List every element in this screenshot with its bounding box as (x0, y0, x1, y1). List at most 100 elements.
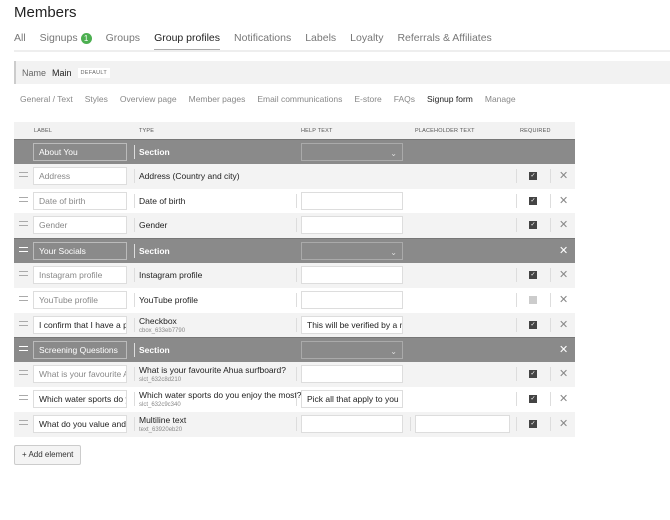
tab-group-profiles[interactable]: Group profiles (154, 32, 220, 51)
required-checkbox[interactable]: ✓ (529, 221, 537, 230)
remove-icon[interactable]: ✕ (559, 318, 568, 331)
profile-subtabs: General / Text Styles Overview page Member … (20, 94, 516, 104)
divider (296, 416, 297, 431)
label-input[interactable]: YouTube profile (33, 290, 127, 309)
section-select[interactable]: ⌄ (301, 242, 403, 261)
label-input[interactable]: Date of birth (33, 191, 127, 210)
tab-signups[interactable]: Signups 1 (40, 32, 92, 51)
field-id: cbox_633eb7790 (139, 327, 186, 334)
required-checkbox[interactable] (529, 295, 537, 304)
required-checkbox[interactable]: ✓ (529, 394, 537, 403)
section-select[interactable]: ⌄ (301, 143, 403, 161)
subtab-faqs[interactable]: FAQs (394, 94, 415, 104)
label-input[interactable]: Which water sports do y (33, 389, 127, 408)
divider (296, 267, 297, 282)
remove-icon[interactable]: ✕ (559, 268, 568, 281)
help-text-input[interactable]: Pick all that apply to you (301, 389, 403, 408)
help-text-input[interactable] (301, 216, 403, 235)
drag-handle-icon[interactable] (19, 221, 28, 227)
label-input[interactable]: About You (33, 143, 127, 161)
profile-selector[interactable]: Name Main DEFAULT (14, 61, 670, 84)
required-checkbox[interactable]: ✓ (529, 270, 537, 279)
field-id: text_63920eb20 (139, 426, 183, 433)
divider (134, 267, 135, 282)
tab-labels[interactable]: Labels (305, 32, 336, 51)
help-text-input[interactable] (301, 290, 403, 309)
divider (550, 267, 551, 282)
label-input[interactable]: Your Socials (33, 242, 127, 261)
help-text-input[interactable]: This will be verified by a m (301, 315, 403, 334)
subtab-signup-form[interactable]: Signup form (427, 94, 473, 104)
divider (550, 367, 551, 382)
drag-handle-icon[interactable] (19, 247, 28, 253)
label-input[interactable]: What is your favourite A (33, 365, 127, 384)
required-checkbox[interactable]: ✓ (529, 370, 537, 379)
remove-icon[interactable]: ✕ (559, 293, 568, 306)
required-checkbox[interactable]: ✓ (529, 171, 537, 180)
subtab-e-store[interactable]: E-store (354, 94, 381, 104)
divider (550, 292, 551, 307)
subtab-general-text[interactable]: General / Text (20, 94, 73, 104)
add-element-button[interactable]: + Add element (14, 445, 82, 465)
remove-icon[interactable]: ✕ (559, 244, 568, 257)
help-text-input[interactable] (301, 191, 403, 210)
label-input[interactable]: What do you value and l (33, 414, 127, 433)
subtab-member-pages[interactable]: Member pages (189, 94, 246, 104)
drag-handle-icon[interactable] (19, 270, 28, 276)
required-checkbox[interactable]: ✓ (529, 419, 537, 428)
remove-icon[interactable]: ✕ (559, 218, 568, 231)
table-row: I confirm that I have a pu Checkbox cbox_6… (14, 312, 575, 338)
divider (296, 218, 297, 233)
remove-icon[interactable]: ✕ (559, 392, 568, 405)
label-input[interactable]: Address (33, 166, 127, 185)
field-type: Instagram profile (139, 269, 203, 280)
default-badge: DEFAULT (77, 67, 110, 78)
divider (550, 168, 551, 183)
section-select[interactable]: ⌄ (301, 341, 403, 360)
drag-handle-icon[interactable] (19, 320, 28, 326)
remove-icon[interactable]: ✕ (559, 194, 568, 207)
drag-handle-icon[interactable] (19, 394, 28, 400)
drag-handle-icon[interactable] (19, 196, 28, 202)
field-type-name: What is your favourite Ahua surfboard? (139, 365, 286, 376)
drag-handle-icon[interactable] (19, 171, 28, 177)
drag-handle-icon[interactable] (19, 295, 28, 301)
tab-all[interactable]: All (14, 32, 26, 51)
drag-handle-icon[interactable] (19, 346, 28, 352)
tab-groups[interactable]: Groups (106, 32, 140, 51)
label-input[interactable]: Instagram profile (33, 265, 127, 284)
label-input[interactable]: Screening Questions (33, 341, 127, 360)
tab-label: Signups (39, 32, 78, 44)
table-row: Instagram profile Instagram profile ✓ ✕ (14, 262, 575, 288)
tab-loyalty[interactable]: Loyalty (350, 32, 383, 51)
tab-notifications[interactable]: Notifications (234, 32, 291, 51)
page-title: Members (14, 4, 77, 21)
remove-icon[interactable]: ✕ (559, 343, 568, 356)
subtab-email-communications[interactable]: Email communications (257, 94, 342, 104)
help-text-input[interactable] (301, 265, 403, 284)
remove-icon[interactable]: ✕ (559, 169, 568, 182)
divider (134, 145, 135, 159)
help-text-input[interactable] (301, 414, 403, 433)
divider (134, 193, 135, 208)
divider (516, 416, 517, 431)
divider (296, 193, 297, 208)
subtab-overview-page[interactable]: Overview page (120, 94, 177, 104)
required-checkbox[interactable]: ✓ (529, 196, 537, 205)
tab-referrals[interactable]: Referrals & Affiliates (397, 32, 491, 51)
remove-icon[interactable]: ✕ (559, 417, 568, 430)
drag-handle-icon[interactable] (19, 370, 28, 376)
label-input[interactable]: Gender (33, 216, 127, 235)
profile-name: Main (52, 67, 72, 78)
table-row: YouTube profile YouTube profile ✕ (14, 287, 575, 313)
subtab-styles[interactable]: Styles (85, 94, 108, 104)
subtab-manage[interactable]: Manage (485, 94, 516, 104)
label-input[interactable]: I confirm that I have a pu (33, 315, 127, 334)
divider (134, 367, 135, 382)
placeholder-input[interactable] (415, 414, 510, 433)
divider (134, 317, 135, 332)
remove-icon[interactable]: ✕ (559, 367, 568, 380)
help-text-input[interactable] (301, 365, 403, 384)
drag-handle-icon[interactable] (19, 419, 28, 425)
required-checkbox[interactable]: ✓ (529, 320, 537, 329)
